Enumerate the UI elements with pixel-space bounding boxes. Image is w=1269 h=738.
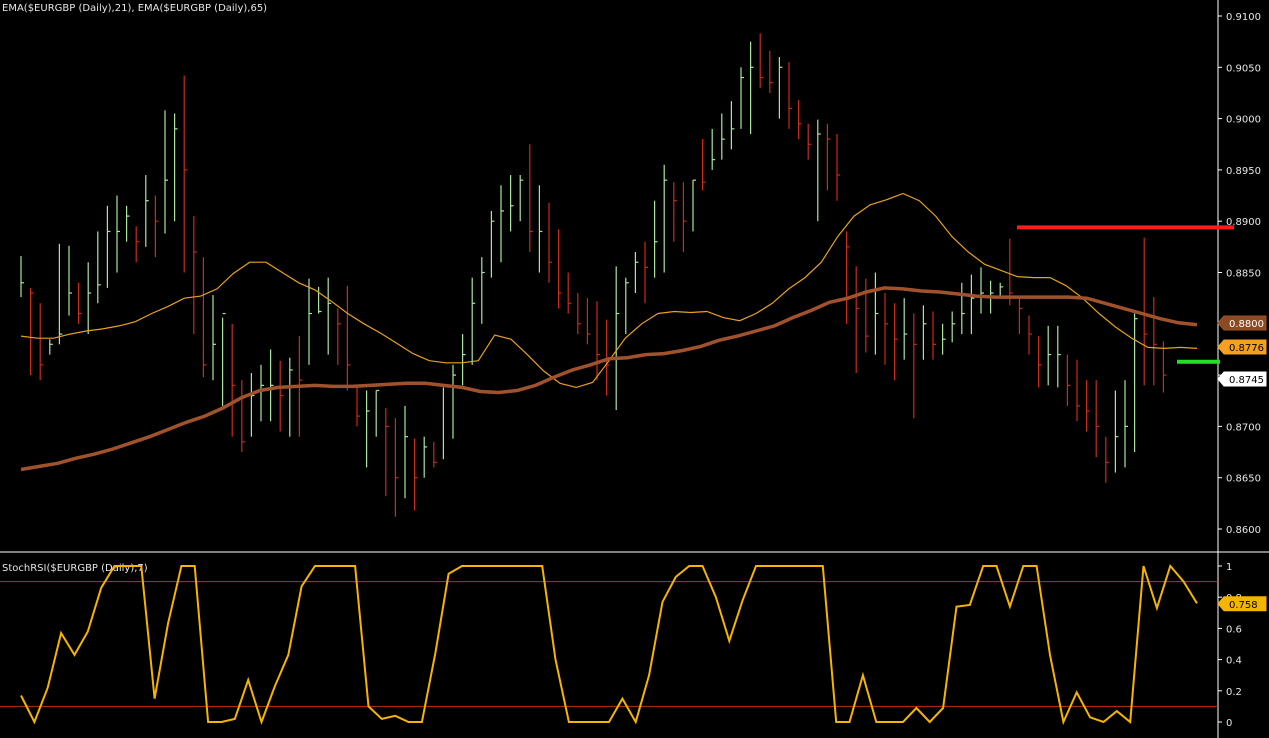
price-panel-title: EMA($EURGBP (Daily),21), EMA($EURGBP (Da…	[2, 3, 267, 14]
price-tick-label: 0.8700	[1226, 422, 1261, 433]
stoch-panel-title: StochRSI($EURGBP (Daily),7)	[2, 563, 148, 574]
chart-window: EMA($EURGBP (Daily),21), EMA($EURGBP (Da…	[0, 0, 1269, 738]
price-tick-label: 0.9000	[1226, 115, 1261, 126]
ema-lines	[20, 192, 1198, 472]
stochrsi-line	[20, 563, 1198, 726]
price-bars	[20, 33, 1167, 517]
price-tick-label: 0.9100	[1226, 12, 1261, 23]
stoch-tick-label: 0	[1226, 718, 1232, 729]
price-tick-label: 0.9050	[1226, 63, 1261, 74]
stoch-tick-label: 1	[1226, 562, 1232, 573]
stoch-tick-label: 0.4	[1226, 656, 1242, 667]
price-tick-label: 0.8950	[1226, 166, 1261, 177]
stoch-tick-label: 0.2	[1226, 687, 1242, 698]
ema-65-line	[20, 286, 1198, 472]
stoch-y-ticks: 10.80.60.40.20	[1218, 562, 1242, 729]
level-lines	[1017, 225, 1234, 364]
stoch-tick-label: 0.6	[1226, 624, 1242, 635]
price-tick-label: 0.8850	[1226, 269, 1261, 280]
ema65-value-tag: 0.8800	[1229, 319, 1264, 330]
chart-canvas: EMA($EURGBP (Daily),21), EMA($EURGBP (Da…	[0, 0, 1269, 738]
stochrsi-value-tag: 0.758	[1229, 600, 1258, 611]
price-tick-label: 0.8600	[1226, 525, 1261, 536]
stochrsi-plot	[0, 563, 1218, 726]
price-tick-label: 0.8650	[1226, 474, 1261, 485]
ema21-value-tag: 0.8776	[1229, 343, 1264, 354]
price-y-ticks: 0.91000.90500.90000.89500.89000.88500.88…	[1218, 12, 1261, 536]
last-price-tag: 0.8745	[1229, 375, 1264, 386]
